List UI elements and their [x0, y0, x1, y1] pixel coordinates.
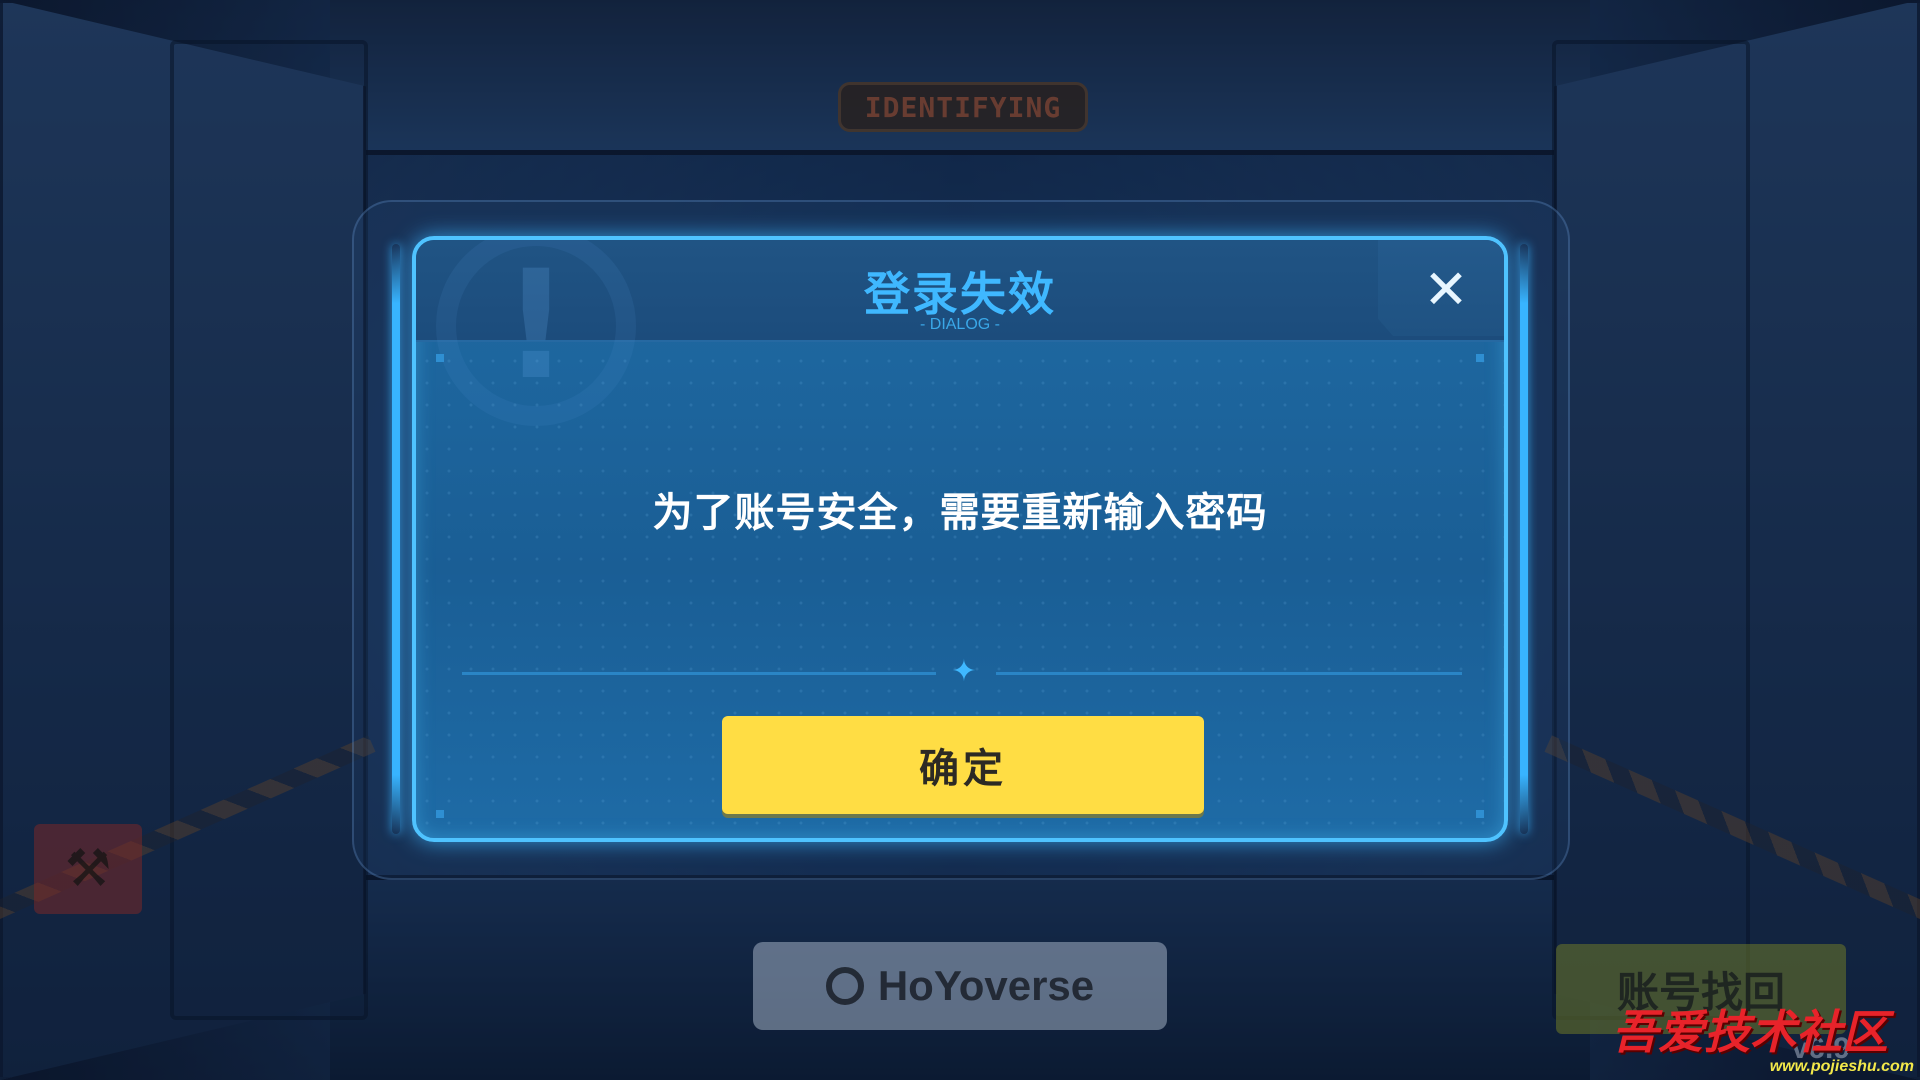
corner-marker	[436, 810, 444, 818]
watermark-url: www.pojieshu.com	[1769, 1058, 1914, 1075]
tools-button[interactable]: ⚒	[34, 824, 142, 914]
corner-marker	[1476, 810, 1484, 818]
corner-marker	[1476, 354, 1484, 362]
hoyoverse-label: HoYoverse	[877, 962, 1095, 1009]
confirm-button[interactable]: 确定	[722, 716, 1204, 814]
dialog-left-accent	[392, 244, 400, 834]
hoyoverse-logo-icon	[825, 967, 864, 1005]
login-expired-dialog: ! 登录失效 - DIALOG - ✕ 为了账号安全，需要重新输入密码 ✦ 确定	[412, 236, 1508, 842]
site-watermark: 吾爱技术社区 www.pojieshu.com	[1612, 996, 1920, 1080]
divider-star-icon: ✦	[951, 654, 977, 689]
dialog-header: ! 登录失效 - DIALOG - ✕	[416, 240, 1504, 426]
watermark-text: 吾爱技术社区	[1612, 1005, 1888, 1059]
close-button[interactable]: ✕	[1406, 254, 1486, 324]
wrench-hammer-icon: ⚒	[64, 839, 112, 899]
dialog-subtitle: - DIALOG -	[919, 316, 1000, 333]
divider-right	[996, 672, 1462, 675]
hoyoverse-login-button[interactable]: HoYoverse	[753, 942, 1167, 1030]
divider-left	[462, 672, 936, 675]
corner-marker	[436, 354, 444, 362]
dialog-right-accent	[1520, 244, 1528, 834]
dialog-message: 为了账号安全，需要重新输入密码	[652, 490, 1268, 536]
close-icon: ✕	[1423, 257, 1469, 321]
dialog-title: 登录失效	[864, 267, 1056, 321]
